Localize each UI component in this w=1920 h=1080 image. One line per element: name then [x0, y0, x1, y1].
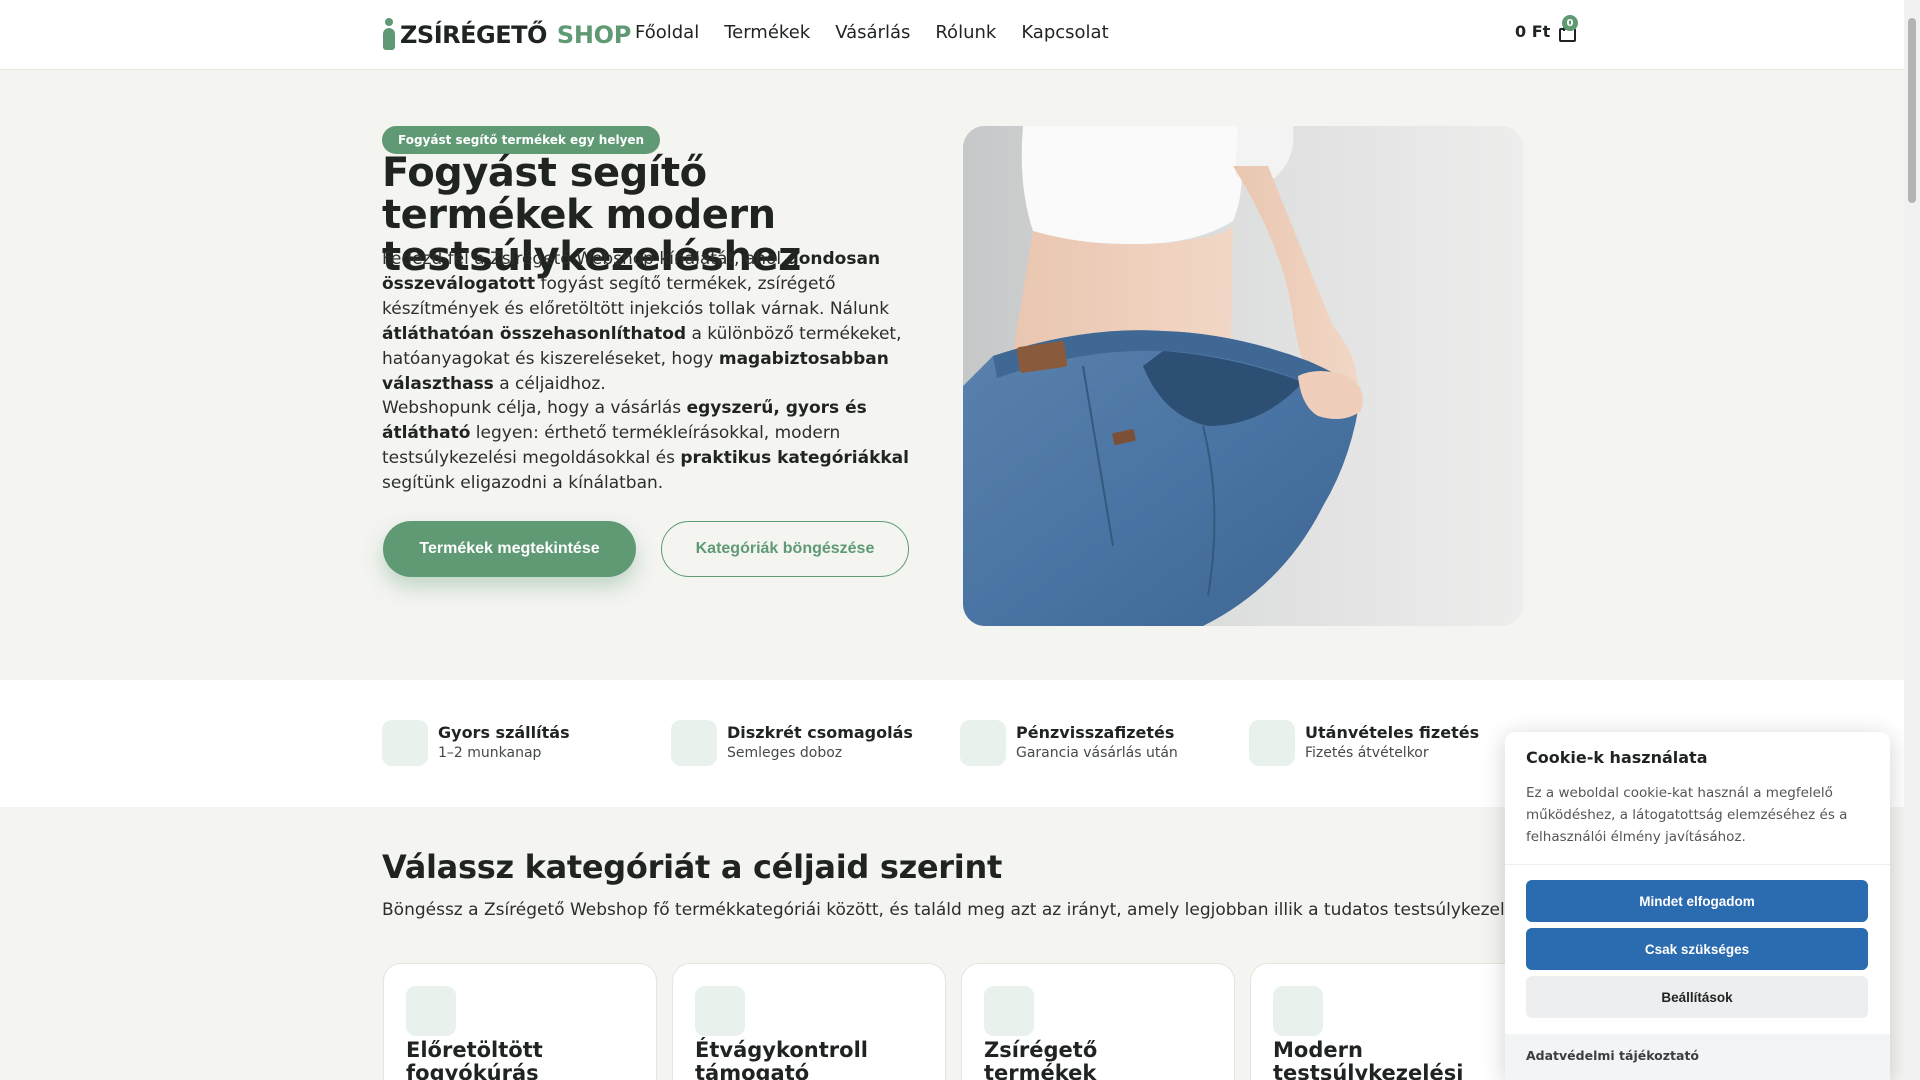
- cookie-title: Cookie-k használata: [1526, 748, 1708, 767]
- hero-paragraph-1-segment: átláthatóan összehasonlíthatod: [382, 324, 687, 344]
- hero-section: [0, 71, 1904, 680]
- feature-subtitle: Semleges doboz: [727, 745, 843, 761]
- category-name: Előretöltött fogyókúrás injekciós: [406, 1038, 543, 1080]
- feature-subtitle: Garancia vásárlás után: [1016, 745, 1178, 761]
- accept-all-cookies-button[interactable]: Mindet elfogadom: [1526, 880, 1868, 922]
- hero-paragraph-1-segment: a céljaidhoz.: [493, 374, 606, 394]
- cookie-text: Ez a weboldal cookie-kat használ a megfe…: [1526, 785, 1848, 845]
- hero-paragraph-1-segment: Fedezd fel a Zsírégető Webshop kínálatát…: [382, 249, 787, 269]
- category-card[interactable]: Étvágykontroll támogató: [672, 963, 946, 1080]
- appetite-icon: [695, 986, 745, 1036]
- cookie-settings-button[interactable]: Beállítások: [1526, 976, 1868, 1018]
- categories-title: Válassz kategóriát a céljaid szerint: [382, 848, 1002, 886]
- cart-count-badge: 0: [1562, 15, 1578, 31]
- nav-item-termekek[interactable]: Termékek: [724, 22, 810, 43]
- feature-title: Gyors szállítás: [438, 723, 570, 742]
- view-products-button[interactable]: Termékek megtekintése: [383, 521, 636, 577]
- nav-item-kapcsolat[interactable]: Kapcsolat: [1021, 22, 1108, 43]
- flame-icon: [984, 986, 1034, 1036]
- scrollbar-thumb[interactable]: [1908, 18, 1916, 203]
- category-card[interactable]: Előretöltött fogyókúrás injekciós: [383, 963, 657, 1080]
- main-nav: Főoldal Termékek Vásárlás Rólunk Kapcsol…: [635, 22, 1109, 43]
- browse-categories-button[interactable]: Kategóriák böngészése: [661, 521, 909, 577]
- cookie-banner: Cookie-k használata Ez a weboldal cookie…: [1505, 732, 1890, 1080]
- feature-title: Utánvételes fizetés: [1305, 723, 1480, 742]
- hero-paragraph-1: Fedezd fel a Zsírégető Webshop kínálatát…: [382, 247, 942, 397]
- site-header: ZSÍRÉGETŐ SHOP Főoldal Termékek Vásárlás…: [0, 0, 1904, 70]
- cookie-footer: Adatvédelmi tájékoztató: [1505, 1034, 1890, 1080]
- page-scrollbar[interactable]: [1904, 0, 1920, 1080]
- necessary-cookies-button[interactable]: Csak szükséges: [1526, 928, 1868, 970]
- nav-item-fooldal[interactable]: Főoldal: [635, 22, 699, 43]
- logo[interactable]: ZSÍRÉGETŐ SHOP: [382, 10, 631, 60]
- category-name: Modern testsúlykezelési: [1273, 1038, 1464, 1080]
- scale-icon: [1273, 986, 1323, 1036]
- logo-shop-text: SHOP: [556, 21, 632, 49]
- feature-shipping: Gyors szállítás 1–2 munkanap: [382, 720, 570, 766]
- feature-refund: Pénzvisszafizetés Garancia vásárlás után: [960, 720, 1178, 766]
- hero-paragraph-2-segment: Webshopunk célja, hogy a vásárlás: [382, 398, 687, 418]
- nav-item-rolunk[interactable]: Rólunk: [935, 22, 996, 43]
- package-icon: [671, 720, 717, 766]
- feature-title: Pénzvisszafizetés: [1016, 723, 1175, 742]
- truck-icon: [382, 720, 428, 766]
- category-name: Étvágykontroll támogató: [695, 1038, 868, 1080]
- hero-paragraph-2: Webshopunk célja, hogy a vásárlás egysze…: [382, 396, 942, 496]
- logo-text: ZSÍRÉGETŐ: [400, 21, 547, 49]
- category-card[interactable]: Modern testsúlykezelési: [1250, 963, 1524, 1080]
- category-card[interactable]: Zsírégető termékek életmódváltás mellé: [961, 963, 1235, 1080]
- privacy-policy-link[interactable]: Adatvédelmi tájékoztató: [1526, 1048, 1699, 1063]
- category-name: Zsírégető termékek életmódváltás mellé: [984, 1038, 1098, 1080]
- wallet-icon: [1249, 720, 1295, 766]
- logo-figure-icon: [382, 18, 398, 52]
- feature-subtitle: 1–2 munkanap: [438, 745, 542, 761]
- feature-cod: Utánvételes fizetés Fizetés átvételkor: [1249, 720, 1479, 766]
- feature-title: Diszkrét csomagolás: [727, 723, 913, 742]
- hero-image: [963, 126, 1523, 626]
- feature-packaging: Diszkrét csomagolás Semleges doboz: [671, 720, 913, 766]
- hero-paragraph-2-segment: praktikus kategóriákkal: [680, 448, 909, 468]
- categories-subtitle: Böngéssz a Zsírégető Webshop fő termékka…: [382, 900, 1581, 920]
- hero-paragraph-2-segment: segítünk eligazodni a kínálatban.: [382, 473, 664, 493]
- nav-item-vasarlas[interactable]: Vásárlás: [835, 22, 910, 43]
- cart-total: 0 Ft: [1515, 21, 1551, 41]
- feature-subtitle: Fizetés átvételkor: [1305, 745, 1429, 761]
- refund-icon: [960, 720, 1006, 766]
- syringe-icon: [406, 986, 456, 1036]
- divider: [1505, 864, 1890, 865]
